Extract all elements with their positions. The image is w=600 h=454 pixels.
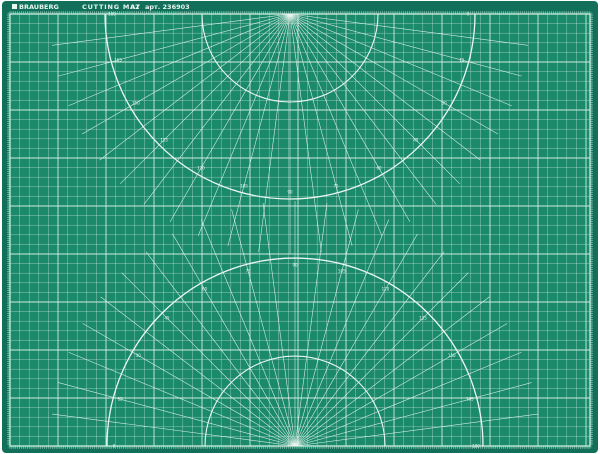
product-article: арт. 236903 <box>145 3 190 11</box>
lower-angle-label: 60 <box>202 287 208 292</box>
upper-angle-label: 135 <box>160 137 168 142</box>
header: BRAUBERG CUTTING MAT A2 арт. 236903 <box>12 3 190 11</box>
brand-name: BRAUBERG <box>19 3 59 11</box>
lower-angle-label: 30 <box>136 353 142 358</box>
upper-angle-label: 90 <box>287 190 293 195</box>
upper-angle-label: 150 <box>132 101 140 106</box>
lower-angle-label: 75 <box>246 269 252 274</box>
upper-angle-label: 120 <box>197 166 205 171</box>
lower-angle-label: 180 <box>472 444 480 449</box>
upper-angle-label: 180 <box>108 12 116 17</box>
lower-angle-label: 165 <box>466 397 474 402</box>
lower-angle-label: 0 <box>113 444 116 449</box>
upper-angle-label: 30 <box>442 101 448 106</box>
lower-angle-label: 150 <box>448 353 456 358</box>
lower-angle-label: 135 <box>419 316 427 321</box>
product-size: A2 <box>130 3 140 11</box>
upper-angle-label: 15 <box>459 58 465 63</box>
mat-surface <box>8 12 592 448</box>
upper-angle-label: 105 <box>240 183 248 188</box>
cutting-mat: 0 15 30 45 60 75 90 105 120 135 150 165 180 0 15 30 45 60… <box>2 1 598 453</box>
upper-angle-label: 75 <box>334 183 340 188</box>
lower-angle-label: 105 <box>338 269 346 274</box>
upper-angle-label: 60 <box>376 166 382 171</box>
lower-angle-label: 15 <box>118 397 124 402</box>
upper-angle-label: 0 <box>467 12 470 17</box>
brand-logo-box <box>12 4 17 9</box>
lower-angle-label: 90 <box>292 263 298 268</box>
lower-angle-label: 120 <box>382 287 390 292</box>
upper-angle-label: 45 <box>413 137 419 142</box>
lower-angle-label: 45 <box>164 316 170 321</box>
upper-angle-label: 165 <box>114 58 122 63</box>
